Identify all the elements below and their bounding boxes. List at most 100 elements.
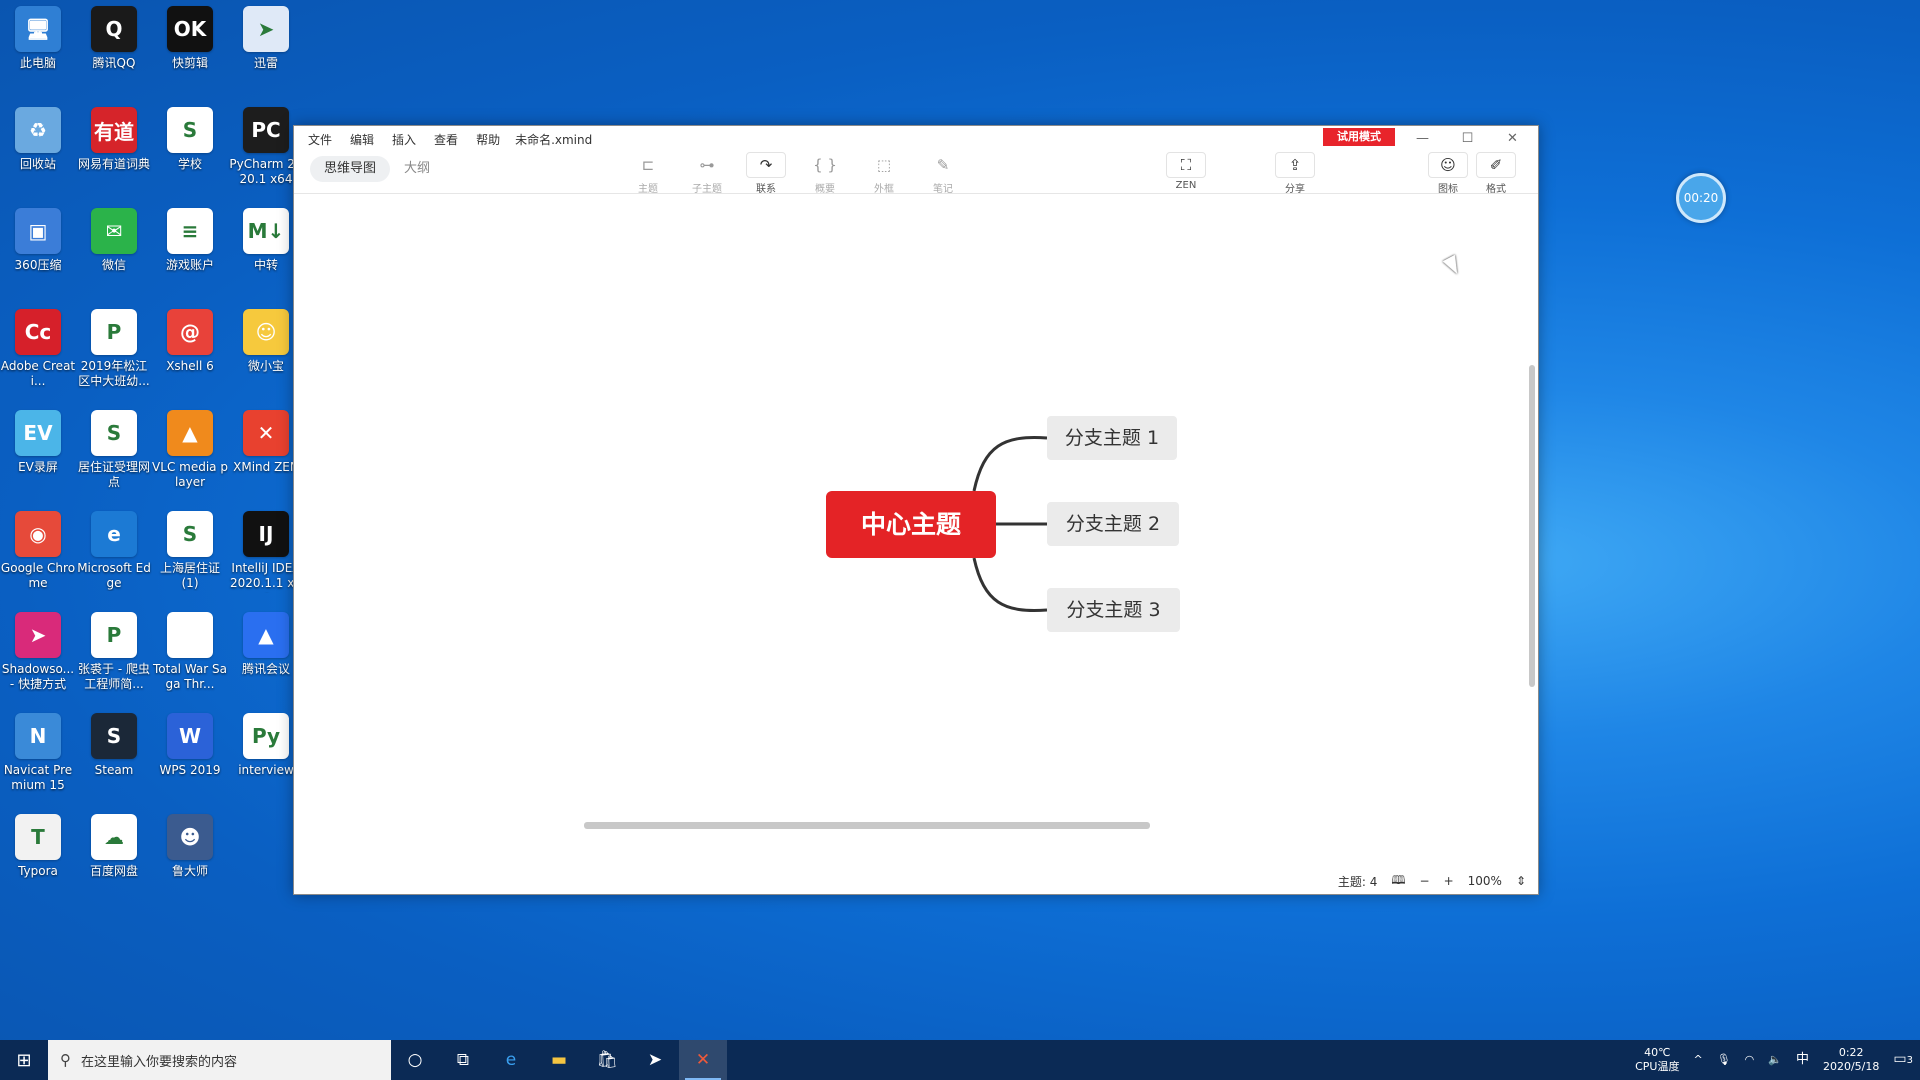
branch-topic-2[interactable]: 分支主题 2 bbox=[1047, 502, 1179, 546]
zen-tool[interactable]: ⛶ ZEN bbox=[1162, 152, 1210, 191]
zoom-level[interactable]: 100% bbox=[1468, 874, 1502, 888]
cpu-temperature[interactable]: 40℃ CPU温度 bbox=[1628, 1046, 1686, 1074]
search-placeholder: 在这里输入你要搜索的内容 bbox=[81, 1054, 238, 1070]
icon-panel-tool[interactable]: ☺ 图标 bbox=[1424, 152, 1472, 195]
desktop-icon-label: EV录屏 bbox=[18, 460, 58, 474]
toolbar: 思维导图 大纲 ⊏ 主题 ⊶ 子主题 ↷ 联系 { } 概要 ⬚ 外框 ✎ 笔记… bbox=[294, 152, 1538, 195]
title-bar: 文件 编辑 插入 查看 帮助 未命名.xmind 试用模式 — ☐ ✕ bbox=[294, 126, 1538, 152]
icon-panel-tool-label: 图标 bbox=[1438, 184, 1458, 195]
minimize-button[interactable]: — bbox=[1400, 126, 1445, 150]
desktop-icon[interactable]: ➤ Shadowso... - 快捷方式 bbox=[0, 612, 76, 712]
desktop-icon[interactable]: ♻ 回收站 bbox=[0, 107, 76, 207]
desktop-icon[interactable]: ≡ 游戏账户 bbox=[152, 208, 228, 308]
trial-mode-badge[interactable]: 试用模式 bbox=[1323, 128, 1395, 146]
network-icon[interactable]: ◠ bbox=[1738, 1053, 1762, 1067]
desktop-icon[interactable]: Q 腾讯QQ bbox=[76, 6, 152, 106]
recording-timer[interactable]: 00:20 bbox=[1676, 173, 1726, 223]
desktop-icon[interactable]: W WPS 2019 bbox=[152, 713, 228, 813]
edge-icon[interactable]: e bbox=[487, 1040, 535, 1080]
desktop-icon[interactable]: S Steam bbox=[76, 713, 152, 813]
ime-indicator[interactable]: 中 bbox=[1789, 1053, 1816, 1067]
zen-tool-label: ZEN bbox=[1175, 180, 1197, 191]
desktop-icon[interactable]: EV EV录屏 bbox=[0, 410, 76, 510]
desktop-icon[interactable]: @ Xshell 6 bbox=[152, 309, 228, 409]
desktop-icon-label: 回收站 bbox=[19, 157, 56, 171]
desktop-icon[interactable]: S 学校 bbox=[152, 107, 228, 207]
status-bar: 主题: 4 🕮 − + 100% ⇕ bbox=[294, 868, 1538, 894]
mindmap-canvas[interactable]: 中心主题 分支主题 1 分支主题 2 分支主题 3 bbox=[294, 195, 1538, 855]
desktop-icon[interactable]: S 居住证受理网点 bbox=[76, 410, 152, 510]
task-view-icon[interactable]: ⧉ bbox=[439, 1040, 487, 1080]
chevron-up-icon[interactable]: ^ bbox=[1686, 1053, 1709, 1067]
desktop-icon[interactable]: ✉ 微信 bbox=[76, 208, 152, 308]
file-explorer-icon[interactable]: ▬ bbox=[535, 1040, 583, 1080]
desktop-icon[interactable]: Total War Saga Thr... bbox=[152, 612, 228, 712]
search-box[interactable]: ⚲ 在这里输入你要搜索的内容 bbox=[48, 1040, 391, 1080]
menu-edit[interactable]: 编辑 bbox=[341, 131, 383, 148]
branch-topic-3[interactable]: 分支主题 3 bbox=[1047, 588, 1180, 632]
desktop-icon-label: 网易有道词典 bbox=[77, 157, 150, 171]
desktop-icon[interactable]: ➤ 迅雷 bbox=[228, 6, 304, 106]
desktop-icon[interactable]: P 张裘于 - 爬虫工程师简... bbox=[76, 612, 152, 712]
desktop-app-icon: 有道 bbox=[91, 107, 137, 153]
desktop-icon[interactable]: OK 快剪辑 bbox=[152, 6, 228, 106]
desktop-icon[interactable]: 有道 网易有道词典 bbox=[76, 107, 152, 207]
zoom-stepper-icon[interactable]: ⇕ bbox=[1516, 874, 1526, 888]
store-icon[interactable]: 🛍 bbox=[583, 1040, 631, 1080]
start-button[interactable]: ⊞ bbox=[0, 1040, 48, 1080]
thunder-icon[interactable]: ➤ bbox=[631, 1040, 679, 1080]
desktop-icon[interactable]: ☁ 百度网盘 bbox=[76, 814, 152, 914]
topic-tool[interactable]: ⊏ 主题 bbox=[624, 152, 672, 195]
zoom-out-button[interactable]: − bbox=[1420, 874, 1430, 888]
horizontal-scrollbar[interactable] bbox=[584, 822, 1150, 829]
desktop-icon[interactable]: 🖥 此电脑 bbox=[0, 6, 76, 106]
clock-date: 2020/5/18 bbox=[1822, 1060, 1880, 1073]
topic-tool-label: 主题 bbox=[638, 184, 658, 195]
volume-icon[interactable]: 🔈 bbox=[1761, 1053, 1789, 1067]
share-tool[interactable]: ⇪ 分享 bbox=[1271, 152, 1319, 195]
desktop-icon[interactable]: ▲ VLC media player bbox=[152, 410, 228, 510]
tab-mindmap[interactable]: 思维导图 bbox=[310, 156, 391, 182]
desktop-icon[interactable]: S 上海居住证(1) bbox=[152, 511, 228, 611]
desktop-app-icon: S bbox=[91, 713, 137, 759]
menu-view[interactable]: 查看 bbox=[425, 131, 467, 148]
system-tray: 40℃ CPU温度 ^ 🎙 ◠ 🔈 中 0:22 2020/5/18 ▭3 bbox=[1628, 1040, 1920, 1080]
format-tool[interactable]: ✐ 格式 bbox=[1472, 152, 1520, 195]
desktop-icon[interactable]: ▣ 360压缩 bbox=[0, 208, 76, 308]
microphone-icon[interactable]: 🎙 bbox=[1710, 1053, 1738, 1067]
desktop-icon-label: 2019年松江区中大班幼... bbox=[78, 359, 150, 388]
desktop-icon[interactable]: ◉ Google Chrome bbox=[0, 511, 76, 611]
desktop-icon[interactable]: Cc Adobe Creati... bbox=[0, 309, 76, 409]
note-tool[interactable]: ✎ 笔记 bbox=[919, 152, 967, 195]
boundary-tool[interactable]: ⬚ 外框 bbox=[860, 152, 908, 195]
tab-outline[interactable]: 大纲 bbox=[390, 156, 444, 182]
desktop-icon[interactable]: ☻ 鲁大师 bbox=[152, 814, 228, 914]
notification-center[interactable]: ▭3 bbox=[1886, 1052, 1920, 1068]
clock[interactable]: 0:22 2020/5/18 bbox=[1816, 1046, 1886, 1074]
xmind-taskbar-icon[interactable]: ✕ bbox=[679, 1040, 727, 1080]
desktop-icon-label: Microsoft Edge bbox=[77, 561, 151, 590]
menu-file[interactable]: 文件 bbox=[294, 131, 341, 148]
summary-tool[interactable]: { } 概要 bbox=[801, 152, 849, 195]
cortana-icon[interactable]: ○ bbox=[391, 1040, 439, 1080]
zoom-in-button[interactable]: + bbox=[1444, 874, 1454, 888]
maximize-button[interactable]: ☐ bbox=[1445, 126, 1490, 150]
menu-help[interactable]: 帮助 bbox=[467, 131, 509, 148]
desktop-app-icon: e bbox=[91, 511, 137, 557]
desktop-icon[interactable]: T Typora bbox=[0, 814, 76, 914]
close-button[interactable]: ✕ bbox=[1490, 126, 1535, 150]
relationship-tool[interactable]: ↷ 联系 bbox=[742, 152, 790, 195]
menu-insert[interactable]: 插入 bbox=[383, 131, 425, 148]
vertical-scrollbar[interactable] bbox=[1529, 365, 1535, 687]
desktop-app-icon: ➤ bbox=[243, 6, 289, 52]
desktop-icon[interactable]: P 2019年松江区中大班幼... bbox=[76, 309, 152, 409]
map-overview-icon[interactable]: 🕮 bbox=[1391, 871, 1405, 892]
subtopic-tool[interactable]: ⊶ 子主题 bbox=[683, 152, 731, 195]
summary-tool-label: 概要 bbox=[815, 184, 835, 195]
desktop-app-icon: ♻ bbox=[15, 107, 61, 153]
desktop-icon[interactable]: e Microsoft Edge bbox=[76, 511, 152, 611]
central-topic[interactable]: 中心主题 bbox=[826, 491, 996, 558]
desktop-icon-label: 迅雷 bbox=[253, 56, 278, 70]
desktop-icon[interactable]: N Navicat Premium 15 bbox=[0, 713, 76, 813]
branch-topic-1[interactable]: 分支主题 1 bbox=[1047, 416, 1177, 460]
